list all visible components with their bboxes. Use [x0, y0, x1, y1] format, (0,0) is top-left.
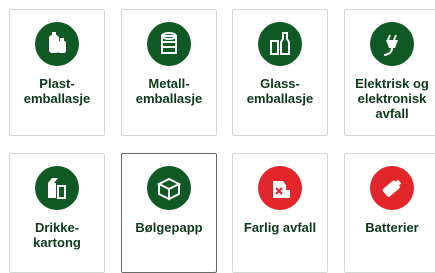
category-label: Metall- emballasje	[135, 76, 203, 106]
hazardous-waste-icon	[258, 166, 302, 210]
battery-icon	[370, 166, 414, 210]
category-label: Plast- emballasje	[23, 76, 91, 106]
glass-bottle-icon	[258, 22, 302, 66]
metal-can-icon	[147, 22, 191, 66]
category-label: Glass- emballasje	[246, 76, 314, 106]
category-card-drink-carton[interactable]: Drikke- kartong	[9, 153, 105, 273]
drink-carton-icon	[35, 166, 79, 210]
electric-plug-icon	[370, 22, 414, 66]
category-label: Bølgepapp	[135, 220, 203, 235]
plastic-packaging-icon	[35, 22, 79, 66]
category-card-hazardous[interactable]: Farlig avfall	[232, 153, 328, 273]
category-card-metal[interactable]: Metall- emballasje	[121, 9, 217, 136]
category-card-batteries[interactable]: Batterier	[344, 153, 435, 273]
category-card-electronics[interactable]: Elektrisk og elektronisk avfall	[344, 9, 435, 136]
category-label: Farlig avfall	[243, 220, 317, 235]
category-label: Batterier	[365, 220, 419, 235]
category-label: Drikke- kartong	[33, 220, 81, 250]
category-card-cardboard[interactable]: Bølgepapp	[121, 153, 217, 273]
category-card-plastic[interactable]: Plast- emballasje	[9, 9, 105, 136]
cardboard-box-icon	[147, 166, 191, 210]
waste-category-grid: Plast- emballasje Metall- emballasje Gla…	[0, 0, 435, 273]
category-card-glass[interactable]: Glass- emballasje	[232, 9, 328, 136]
category-label: Elektrisk og elektronisk avfall	[355, 76, 429, 121]
